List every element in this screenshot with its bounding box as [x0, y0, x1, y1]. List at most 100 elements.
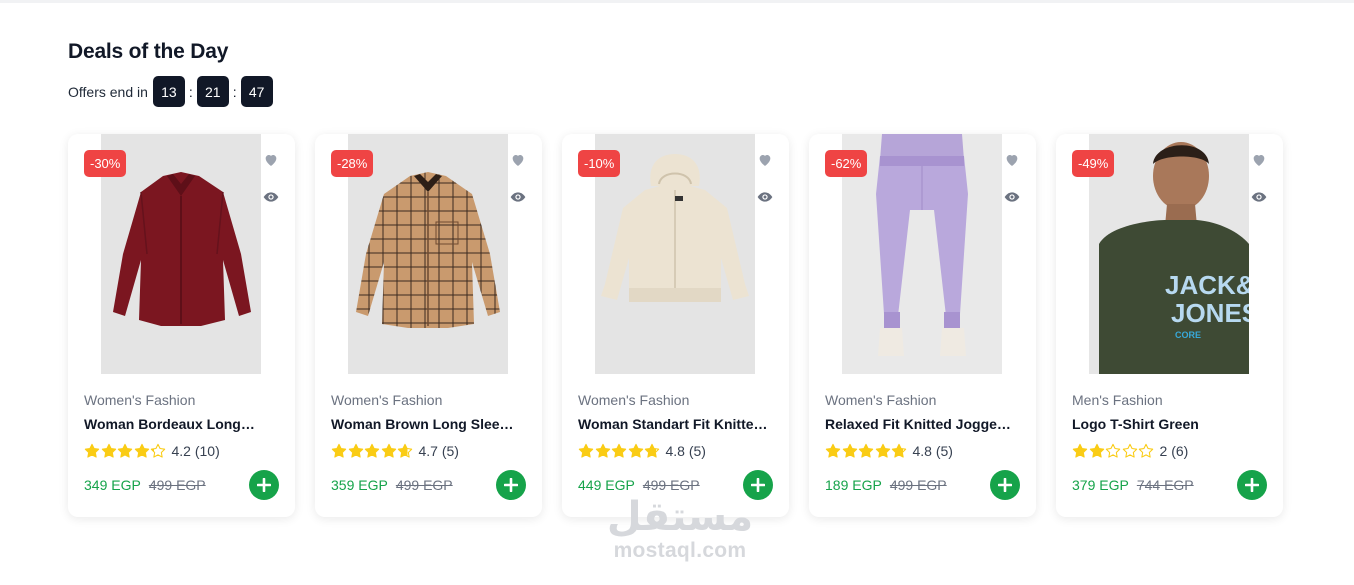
- review-count: (5): [688, 443, 706, 459]
- current-price: 349 EGP: [84, 477, 141, 493]
- review-count: (10): [194, 443, 220, 459]
- old-price: 499 EGP: [889, 477, 947, 493]
- product-card[interactable]: -28% Women's Fashion Woman Brown Long Sl…: [315, 134, 542, 517]
- timer-hours: 13: [152, 76, 185, 107]
- plus-icon: [1245, 478, 1259, 492]
- product-category: Men's Fashion: [1072, 392, 1163, 408]
- watermark-arabic: مستقل: [606, 494, 754, 540]
- timer-separator: :: [188, 83, 193, 100]
- heart-icon[interactable]: [757, 152, 773, 168]
- add-to-cart-button[interactable]: [1237, 470, 1267, 500]
- product-name[interactable]: Woman Bordeaux Long…: [84, 416, 274, 432]
- star-half-icon: [397, 443, 413, 458]
- old-price: 499 EGP: [395, 477, 453, 493]
- rating-value: 4.8: [665, 443, 685, 459]
- timer-separator: :: [232, 83, 237, 100]
- price-row: 379 EGP 744 EGP: [1072, 477, 1194, 493]
- eye-icon[interactable]: [1251, 189, 1267, 205]
- old-price: 499 EGP: [642, 477, 700, 493]
- review-count: (5): [441, 443, 459, 459]
- discount-badge: -30%: [84, 150, 127, 177]
- review-count: (6): [1171, 443, 1189, 459]
- eye-icon[interactable]: [263, 189, 279, 205]
- timer-label: Offers end in: [68, 83, 148, 100]
- rating-value: 4.7: [418, 443, 438, 459]
- add-to-cart-button[interactable]: [249, 470, 279, 500]
- star-rating: [825, 443, 908, 459]
- star-full-icon: [101, 443, 116, 458]
- print-text-2: JONES: [1171, 298, 1249, 328]
- price-row: 189 EGP 499 EGP: [825, 477, 947, 493]
- star-empty-icon: [1122, 443, 1137, 458]
- heart-icon[interactable]: [1004, 152, 1020, 168]
- plus-icon: [751, 478, 765, 492]
- star-rating: [578, 443, 661, 459]
- watermark-logo: مستقل mostaql.com: [590, 495, 770, 563]
- plus-icon: [998, 478, 1012, 492]
- product-category: Women's Fashion: [331, 392, 443, 408]
- rating-value: 4.2: [171, 443, 191, 459]
- product-category: Women's Fashion: [578, 392, 690, 408]
- product-category: Women's Fashion: [825, 392, 937, 408]
- product-rating: 4.2 (10): [84, 443, 220, 459]
- current-price: 379 EGP: [1072, 477, 1129, 493]
- price-row: 359 EGP 499 EGP: [331, 477, 453, 493]
- product-rating: 4.7 (5): [331, 443, 459, 459]
- price-row: 449 EGP 499 EGP: [578, 477, 700, 493]
- product-card[interactable]: JACK& JONES CORE -49% Men's Fashion Logo…: [1056, 134, 1283, 517]
- eye-icon[interactable]: [510, 189, 526, 205]
- star-full-icon: [858, 443, 874, 458]
- star-full-icon: [611, 443, 627, 458]
- product-name[interactable]: Logo T-Shirt Green: [1072, 416, 1262, 432]
- top-divider: [0, 0, 1354, 3]
- star-full-icon: [348, 443, 363, 458]
- add-to-cart-button[interactable]: [496, 470, 526, 500]
- star-full-icon: [364, 443, 380, 458]
- watermark-latin: mostaql.com: [613, 539, 747, 562]
- star-full-icon: [117, 443, 133, 458]
- product-card[interactable]: -30% Women's Fashion Woman Bordeaux Long…: [68, 134, 295, 517]
- heart-icon[interactable]: [510, 152, 526, 168]
- product-category: Women's Fashion: [84, 392, 196, 408]
- old-price: 499 EGP: [148, 477, 206, 493]
- product-rating: 4.8 (5): [825, 443, 953, 459]
- eye-icon[interactable]: [1004, 189, 1020, 205]
- star-empty-icon: [1138, 443, 1154, 458]
- star-full-icon: [84, 443, 100, 458]
- current-price: 189 EGP: [825, 477, 882, 493]
- star-full-icon: [1089, 443, 1104, 458]
- star-full-icon: [331, 443, 347, 458]
- discount-badge: -62%: [825, 150, 868, 177]
- discount-badge: -49%: [1072, 150, 1115, 177]
- star-full-icon: [842, 443, 857, 458]
- heart-icon[interactable]: [1251, 152, 1267, 168]
- plus-icon: [504, 478, 518, 492]
- rating-value: 4.8: [912, 443, 932, 459]
- review-count: (5): [935, 443, 953, 459]
- star-rating: [331, 443, 414, 459]
- price-row: 349 EGP 499 EGP: [84, 477, 206, 493]
- star-full-icon: [578, 443, 594, 458]
- eye-icon[interactable]: [757, 189, 773, 205]
- add-to-cart-button[interactable]: [990, 470, 1020, 500]
- countdown-timer: Offers end in 13 : 21 : 47: [68, 76, 1284, 107]
- star-empty-icon: [1105, 443, 1121, 458]
- star-rating: [1072, 443, 1155, 459]
- product-card[interactable]: -10% Women's Fashion Woman Standart Fit …: [562, 134, 789, 517]
- heart-icon[interactable]: [263, 152, 279, 168]
- section-title: Deals of the Day: [68, 40, 229, 63]
- timer-minutes: 21: [196, 76, 229, 107]
- star-full-icon: [134, 443, 149, 458]
- current-price: 449 EGP: [578, 477, 635, 493]
- star-half-icon: [644, 443, 660, 458]
- product-name[interactable]: Relaxed Fit Knitted Jogger…: [825, 416, 1015, 432]
- deals-section: Deals of the Day Offers end in 13 : 21 :…: [68, 40, 1284, 107]
- product-card[interactable]: -62% Women's Fashion Relaxed Fit Knitted…: [809, 134, 1036, 517]
- current-price: 359 EGP: [331, 477, 388, 493]
- product-name[interactable]: Woman Brown Long Sleev…: [331, 416, 521, 432]
- product-name[interactable]: Woman Standart Fit Knitte…: [578, 416, 768, 432]
- star-full-icon: [595, 443, 610, 458]
- star-full-icon: [875, 443, 890, 458]
- star-rating: [84, 443, 167, 459]
- rating-value: 2: [1159, 443, 1168, 459]
